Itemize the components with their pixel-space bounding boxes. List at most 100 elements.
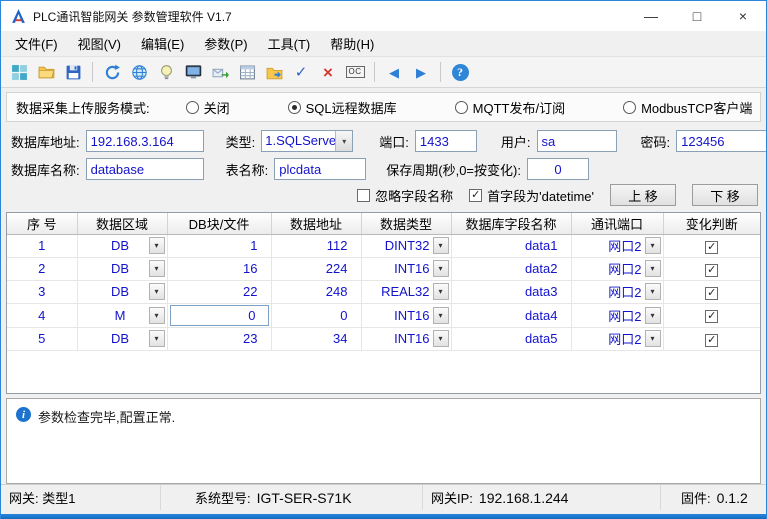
area-combo[interactable]: DB▾ [78, 258, 167, 280]
chevron-down-icon[interactable]: ▾ [645, 260, 661, 277]
cell-block[interactable]: 16 [167, 257, 271, 280]
mode-option-2[interactable]: MQTT发布/订阅 [455, 98, 565, 117]
nav-next-icon[interactable]: ▶ [409, 60, 433, 84]
change-checkbox[interactable]: ✓ [705, 241, 718, 254]
move-up-button[interactable]: 上 移 [610, 184, 676, 206]
first-field-option[interactable]: ✓ 首字段为'datetime' [469, 186, 594, 205]
cell-block[interactable]: 1 [167, 234, 271, 257]
mode-option-3[interactable]: ModbusTCP客户端 [623, 98, 752, 117]
network-globe-icon[interactable] [127, 60, 151, 84]
chevron-down-icon[interactable]: ▾ [149, 283, 165, 300]
table-name-input[interactable] [274, 158, 366, 180]
save-icon[interactable] [61, 60, 85, 84]
export-folder-icon[interactable] [262, 60, 286, 84]
cell-block[interactable]: 0 [167, 303, 271, 327]
chevron-down-icon[interactable]: ▾ [645, 330, 661, 347]
monitor-view-icon[interactable] [181, 60, 205, 84]
send-upload-icon[interactable] [208, 60, 232, 84]
db-address-input[interactable] [86, 130, 204, 152]
db-name-input[interactable] [86, 158, 204, 180]
cell-address[interactable]: 112 [271, 234, 361, 257]
port-combo[interactable]: 网口2▾ [572, 235, 663, 257]
datatype-combo[interactable]: REAL32▾ [362, 281, 451, 303]
first-field-checkbox[interactable]: ✓ [469, 189, 482, 202]
chevron-down-icon[interactable]: ▾ [149, 260, 165, 277]
chevron-down-icon[interactable]: ▾ [149, 307, 165, 324]
area-combo[interactable]: M▾ [78, 304, 167, 327]
db-type-combo[interactable]: 1.SQLServe ▾ [261, 130, 353, 152]
chevron-down-icon[interactable]: ▾ [433, 283, 449, 300]
datatype-combo[interactable]: INT16▾ [362, 304, 451, 327]
menu-tools[interactable]: 工具(T) [258, 30, 321, 57]
chevron-down-icon[interactable]: ▾ [433, 237, 449, 254]
ignore-fields-checkbox[interactable]: ✓ [357, 189, 370, 202]
mode-option-label: 关闭 [204, 98, 230, 117]
menu-view[interactable]: 视图(V) [68, 30, 131, 57]
statusbar-model: 系统型号: IGT-SER-S71K [161, 485, 423, 510]
cell-address[interactable]: 0 [271, 303, 361, 327]
close-button[interactable]: × [720, 1, 766, 31]
ignore-fields-option[interactable]: ✓ 忽略字段名称 [357, 186, 453, 205]
chevron-down-icon[interactable]: ▾ [433, 330, 449, 347]
cell-address[interactable]: 224 [271, 257, 361, 280]
chevron-down-icon[interactable]: ▾ [149, 237, 165, 254]
nav-prev-icon[interactable]: ◀ [382, 60, 406, 84]
cell-block[interactable]: 22 [167, 280, 271, 303]
cell-fieldname[interactable]: data5 [451, 327, 571, 350]
port-combo[interactable]: 网口2▾ [572, 328, 663, 350]
chevron-down-icon[interactable]: ▾ [335, 131, 352, 151]
cell-fieldname[interactable]: data2 [451, 257, 571, 280]
db-password-label: 密码: [641, 132, 671, 151]
port-combo[interactable]: 网口2▾ [572, 304, 663, 327]
change-checkbox[interactable]: ✓ [705, 334, 718, 347]
db-port-input[interactable] [415, 130, 477, 152]
toolbar: ✓ × OC ◀ ▶ ? [1, 57, 766, 88]
data-table-icon[interactable] [235, 60, 259, 84]
chevron-down-icon[interactable]: ▾ [645, 283, 661, 300]
area-combo[interactable]: DB▾ [78, 328, 167, 350]
oc-mode-icon[interactable]: OC [343, 60, 367, 84]
cell-seq: 1 [7, 234, 77, 257]
cell-fieldname[interactable]: data3 [451, 280, 571, 303]
chevron-down-icon[interactable]: ▾ [645, 307, 661, 324]
apply-check-icon[interactable]: ✓ [289, 60, 313, 84]
menu-file[interactable]: 文件(F) [5, 30, 68, 57]
chevron-down-icon[interactable]: ▾ [149, 330, 165, 347]
open-file-icon[interactable] [34, 60, 58, 84]
cell-fieldname[interactable]: data4 [451, 303, 571, 327]
refresh-icon[interactable] [100, 60, 124, 84]
maximize-button[interactable]: □ [674, 1, 720, 31]
port-combo[interactable]: 网口2▾ [572, 258, 663, 280]
minimize-button[interactable]: — [628, 1, 674, 31]
new-config-icon[interactable] [7, 60, 31, 84]
area-combo[interactable]: DB▾ [78, 235, 167, 257]
cancel-cross-icon[interactable]: × [316, 60, 340, 84]
port-combo[interactable]: 网口2▾ [572, 281, 663, 303]
help-icon[interactable]: ? [448, 60, 472, 84]
chevron-down-icon[interactable]: ▾ [645, 237, 661, 254]
cell-address[interactable]: 34 [271, 327, 361, 350]
db-user-input[interactable] [537, 130, 617, 152]
save-period-input[interactable] [527, 158, 589, 180]
change-checkbox[interactable]: ✓ [705, 264, 718, 277]
datatype-combo[interactable]: INT16▾ [362, 328, 451, 350]
area-combo[interactable]: DB▾ [78, 281, 167, 303]
change-checkbox[interactable]: ✓ [705, 287, 718, 300]
cell-address[interactable]: 248 [271, 280, 361, 303]
cell-block[interactable]: 23 [167, 327, 271, 350]
menu-edit[interactable]: 编辑(E) [131, 30, 194, 57]
chevron-down-icon[interactable]: ▾ [433, 307, 449, 324]
db-password-input[interactable] [676, 130, 767, 152]
datatype-combo[interactable]: DINT32▾ [362, 235, 451, 257]
mode-option-0[interactable]: 关闭 [186, 98, 230, 117]
move-down-button[interactable]: 下 移 [692, 184, 758, 206]
menu-help[interactable]: 帮助(H) [320, 30, 384, 57]
datatype-combo[interactable]: INT16▾ [362, 258, 451, 280]
change-checkbox[interactable]: ✓ [705, 310, 718, 323]
chevron-down-icon[interactable]: ▾ [433, 260, 449, 277]
cell-area: M▾ [77, 303, 167, 327]
lamp-icon[interactable] [154, 60, 178, 84]
cell-fieldname[interactable]: data1 [451, 234, 571, 257]
menu-params[interactable]: 参数(P) [194, 30, 257, 57]
mode-option-1[interactable]: SQL远程数据库 [288, 98, 397, 117]
